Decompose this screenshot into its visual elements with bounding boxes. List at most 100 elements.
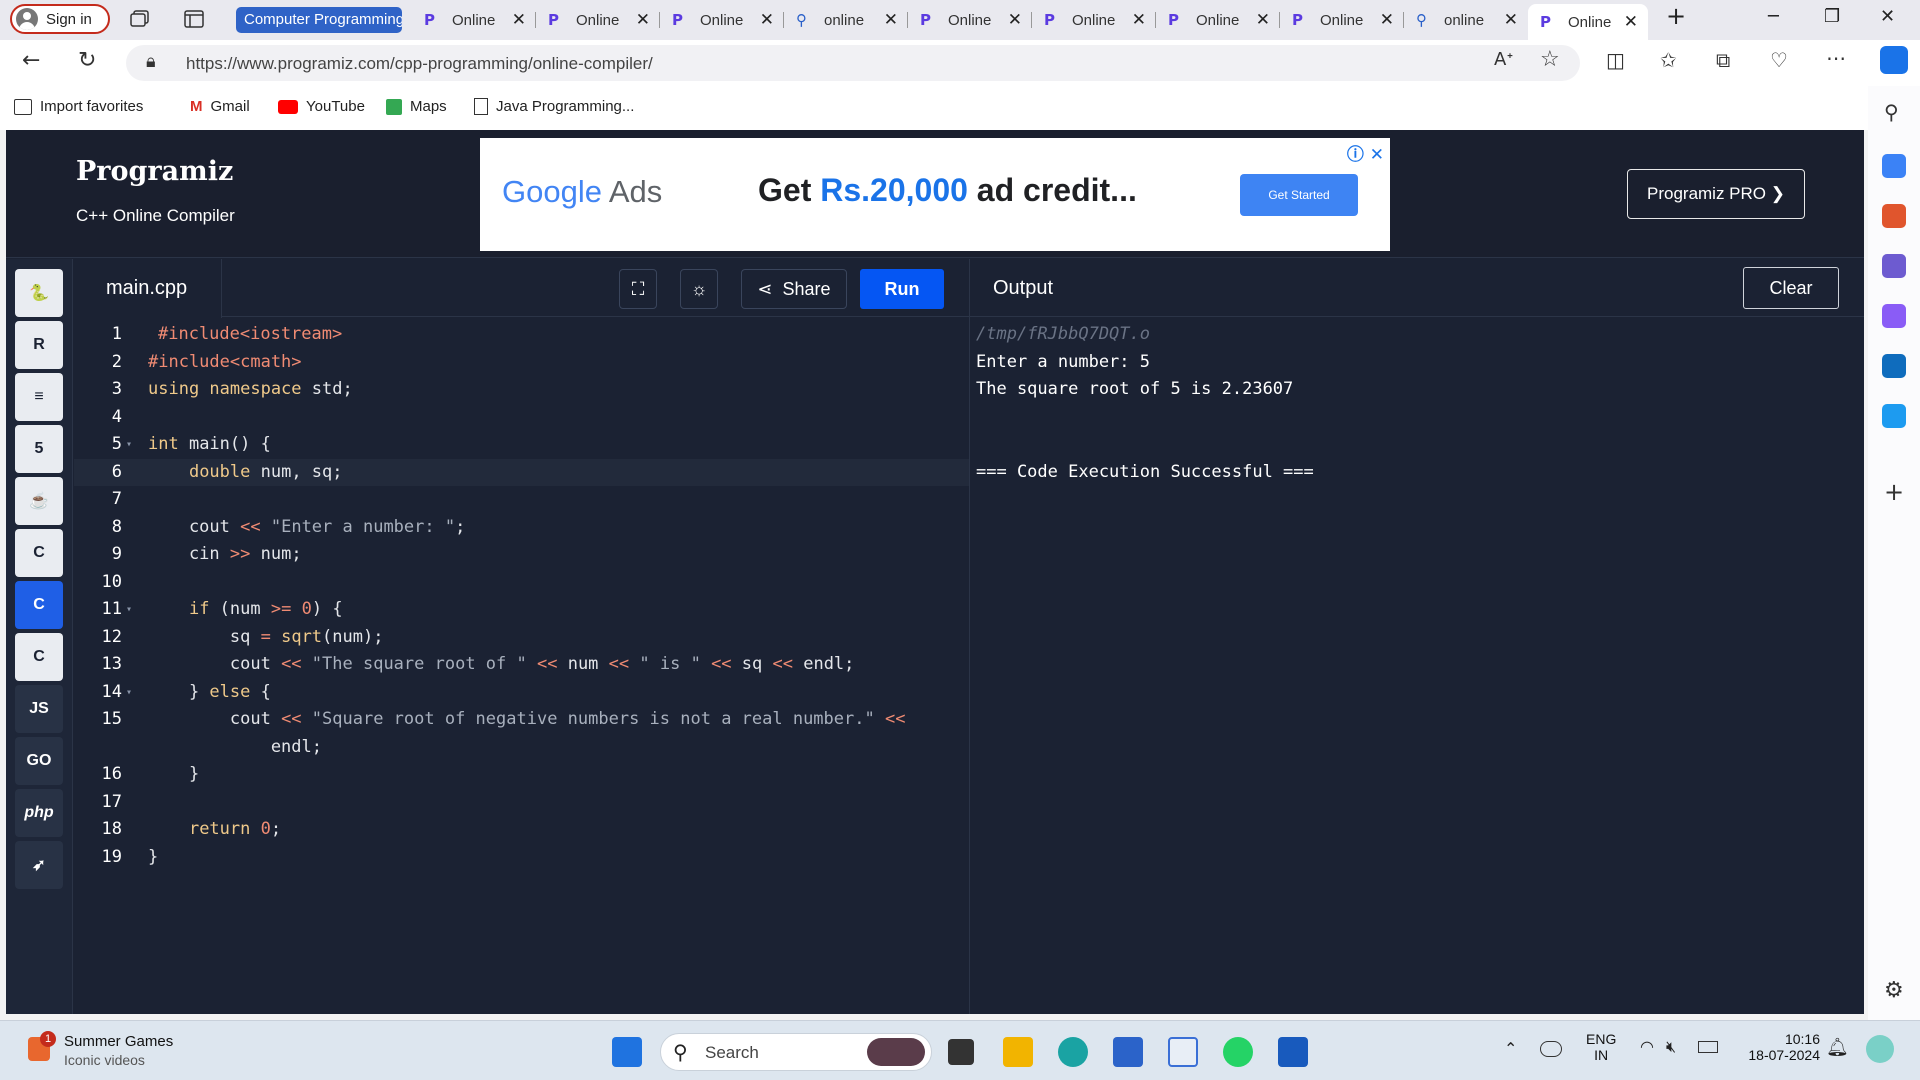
close-tab-icon[interactable]: ✕ — [1380, 10, 1394, 30]
lang-java-icon[interactable]: ☕ — [15, 477, 63, 525]
battery-icon[interactable] — [1698, 1041, 1718, 1053]
close-tab-icon[interactable]: ✕ — [1504, 10, 1518, 30]
onedrive-icon[interactable] — [1540, 1041, 1562, 1057]
browser-tab[interactable]: P Online ✕ — [660, 4, 784, 36]
restore-icon[interactable]: ❐ — [1824, 6, 1840, 27]
lang-python-icon[interactable]: 🐍 — [15, 269, 63, 317]
split-screen-icon[interactable]: ◫ — [1606, 48, 1625, 72]
run-button[interactable]: Run — [860, 269, 944, 309]
browser-tab[interactable]: P Online ✕ — [1156, 4, 1280, 36]
favorite-maps[interactable]: Maps — [386, 98, 447, 115]
lang-php-icon[interactable]: php — [15, 789, 63, 837]
collections-icon[interactable]: ⧉ — [1716, 48, 1730, 72]
favorite-java[interactable]: Java Programming... — [474, 98, 634, 115]
code-area[interactable]: 1 #include<iostream> 2 #include<cmath> 3 us… — [74, 321, 969, 871]
ad-info-icon[interactable]: ⓘ — [1347, 145, 1364, 165]
tab-group-label[interactable]: Computer Programming — [236, 7, 402, 33]
sidebar-copilot-icon[interactable] — [1882, 304, 1906, 328]
share-button[interactable]: ⋖ Share — [741, 269, 847, 309]
ad-info-close-icon[interactable]: ⓘ ✕ — [1347, 140, 1384, 165]
favorite-star-icon[interactable]: ☆ — [1540, 47, 1560, 72]
lang-js-icon[interactable]: JS — [15, 685, 63, 733]
word-icon[interactable] — [1278, 1037, 1308, 1067]
programiz-pro-button[interactable]: Programiz PRO ❯ — [1627, 169, 1805, 219]
task-view-icon[interactable] — [948, 1039, 974, 1065]
lang-r-icon[interactable]: R — [15, 321, 63, 369]
clock[interactable]: 10:16 18-07-2024 — [1738, 1031, 1820, 1063]
browser-tab-active[interactable]: P Online ✕ — [1528, 4, 1648, 40]
sidebar-send-icon[interactable] — [1882, 404, 1906, 428]
theme-toggle-sun-icon[interactable]: ☼ — [680, 269, 718, 309]
google-ads-banner[interactable]: Google Ads Get Rs.20,000 ad credit... Ge… — [480, 138, 1390, 251]
read-aloud-icon[interactable]: A͏ᐩ — [1494, 49, 1513, 70]
close-tab-icon[interactable]: ✕ — [1624, 12, 1638, 32]
close-tab-icon[interactable]: ✕ — [1132, 10, 1146, 30]
browser-tab[interactable]: P Online ✕ — [1280, 4, 1404, 36]
ad-get-started-button[interactable]: Get Started — [1240, 174, 1358, 216]
clear-button[interactable]: Clear — [1743, 267, 1839, 309]
output-console[interactable]: /tmp/fRJbbQ7DQT.o Enter a number: 5 The … — [976, 321, 1314, 486]
file-explorer-icon[interactable] — [1003, 1037, 1033, 1067]
ad-close-icon[interactable]: ✕ — [1370, 145, 1384, 165]
workspaces-icon[interactable] — [130, 10, 150, 28]
close-window-icon[interactable]: ✕ — [1880, 6, 1895, 27]
sidebar-search-icon[interactable]: ⚲ — [1884, 100, 1899, 124]
programiz-logo[interactable]: Programiz — [76, 156, 233, 187]
address-bar[interactable]: 🔒︎ https://www.programiz.com/cpp-program… — [126, 45, 1580, 81]
close-tab-icon[interactable]: ✕ — [636, 10, 650, 30]
volume-muted-icon[interactable]: 🔇︎ — [1666, 1037, 1676, 1057]
sidebar-outlook-icon[interactable] — [1882, 354, 1906, 378]
lang-go-icon[interactable]: GO — [15, 737, 63, 785]
favorite-gmail[interactable]: M Gmail — [190, 98, 250, 115]
refresh-icon[interactable]: ↻ — [78, 48, 96, 73]
browser-tab[interactable]: P Online ✕ — [908, 4, 1032, 36]
weather-widget[interactable]: 1 Summer Games Iconic videos — [28, 1031, 228, 1071]
browser-tab[interactable]: P Online ✕ — [412, 4, 536, 36]
browser-tab[interactable]: P Online ✕ — [536, 4, 660, 36]
fullscreen-icon[interactable]: ⛶ — [619, 269, 657, 309]
sidebar-settings-icon[interactable]: ⚙ — [1884, 978, 1904, 1003]
lang-c-icon[interactable]: C — [15, 529, 63, 577]
browser-tab[interactable]: P Online ✕ — [1032, 4, 1156, 36]
lang-cpp-icon[interactable]: C — [15, 581, 63, 629]
sidebar-tools-icon[interactable] — [1882, 204, 1906, 228]
url-text[interactable]: https://www.programiz.com/cpp-programmin… — [186, 54, 653, 74]
new-tab-icon[interactable]: + — [1666, 2, 1686, 30]
app-icon[interactable] — [1168, 1037, 1198, 1067]
browser-essentials-icon[interactable]: ♡ — [1770, 48, 1788, 72]
favorite-import[interactable]: Import favorites — [14, 98, 143, 115]
close-tab-icon[interactable]: ✕ — [512, 10, 526, 30]
favorite-youtube[interactable]: YouTube — [278, 98, 365, 115]
more-menu-icon[interactable]: ⋯ — [1826, 46, 1846, 70]
lang-csharp-icon[interactable]: C — [15, 633, 63, 681]
tab-actions-icon[interactable] — [184, 10, 204, 28]
edge-browser-icon[interactable] — [1058, 1037, 1088, 1067]
taskbar-search[interactable]: ⚲ Search — [660, 1033, 932, 1071]
sidebar-add-icon[interactable]: + — [1884, 478, 1904, 506]
wifi-icon[interactable]: ◠ — [1640, 1037, 1654, 1056]
favorites-icon[interactable]: ✩ — [1660, 48, 1677, 72]
whatsapp-icon[interactable] — [1223, 1037, 1253, 1067]
copilot-icon[interactable] — [1880, 46, 1908, 74]
notification-bell-icon[interactable]: 🔔︎ — [1826, 1037, 1849, 1058]
lang-sql-icon[interactable]: ≡ — [15, 373, 63, 421]
close-tab-icon[interactable]: ✕ — [760, 10, 774, 30]
back-icon[interactable]: ← — [22, 48, 40, 73]
language-indicator[interactable]: ENG IN — [1586, 1031, 1616, 1063]
close-tab-icon[interactable]: ✕ — [1008, 10, 1022, 30]
show-hidden-icons-chevron-icon[interactable]: ⌃ — [1504, 1039, 1517, 1058]
file-tab-main-cpp[interactable]: main.cpp — [74, 259, 222, 318]
lang-swift-icon[interactable]: ➶ — [15, 841, 63, 889]
sidebar-shopping-icon[interactable] — [1882, 154, 1906, 178]
sidebar-games-icon[interactable] — [1882, 254, 1906, 278]
lock-icon[interactable]: 🔒︎ — [146, 51, 156, 72]
windows-start-icon[interactable] — [612, 1037, 642, 1067]
sign-in-button[interactable]: Sign in — [10, 4, 110, 34]
copilot-taskbar-icon[interactable] — [1866, 1035, 1894, 1063]
store-icon[interactable] — [1113, 1037, 1143, 1067]
close-tab-icon[interactable]: ✕ — [884, 10, 898, 30]
close-tab-icon[interactable]: ✕ — [1256, 10, 1270, 30]
browser-tab[interactable]: ⚲ online ✕ — [1404, 4, 1528, 36]
lang-html-icon[interactable]: 5 — [15, 425, 63, 473]
browser-tab[interactable]: ⚲ online ✕ — [784, 4, 908, 36]
